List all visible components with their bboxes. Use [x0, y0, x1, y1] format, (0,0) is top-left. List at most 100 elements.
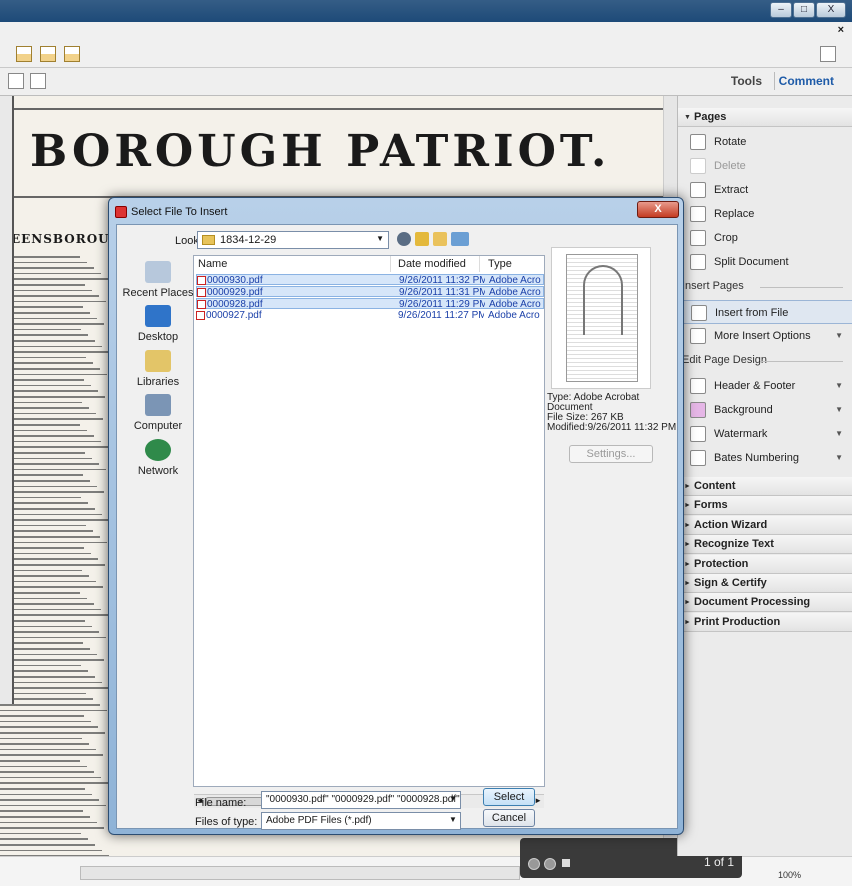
watermark-tool[interactable]: Watermark ▼ [678, 422, 852, 446]
column-name[interactable]: Name [198, 258, 227, 270]
place-computer[interactable]: Computer [121, 394, 195, 432]
newsprint-line [0, 558, 98, 560]
rotate-tool[interactable]: Rotate [678, 130, 852, 154]
select-button[interactable]: Select [483, 788, 535, 806]
tool-section-header[interactable]: ► Action Wizard [678, 515, 852, 535]
collapse-triangle-icon: ▼ [684, 114, 691, 121]
close-document-icon[interactable]: × [838, 24, 844, 36]
extract-tool[interactable]: Extract [678, 178, 852, 202]
tool-section-header[interactable]: ► Sign & Certify [678, 574, 852, 593]
newsprint-line [0, 709, 107, 712]
newsprint-line [0, 636, 106, 639]
place-recent-places[interactable]: Recent Places [121, 261, 195, 299]
file-list[interactable]: Name Date modified Type 0000930.pdf 9/26… [193, 255, 545, 808]
previous-page-icon[interactable] [528, 858, 540, 870]
newsprint-line [0, 659, 104, 661]
crop-tool[interactable]: Crop [678, 226, 852, 250]
combine-files-icon[interactable] [40, 46, 56, 62]
look-in-dropdown[interactable]: 1834-12-29 ▼ [197, 231, 389, 249]
dropdown-arrow-icon: ▼ [835, 331, 843, 340]
more-insert-options-tool[interactable]: More Insert Options ▼ [678, 324, 852, 348]
chevron-down-icon[interactable]: ▼ [449, 794, 457, 803]
tool-section-header[interactable]: ► Content [678, 477, 852, 496]
delete-tool[interactable]: Delete [678, 154, 852, 178]
background-tool[interactable]: Background ▼ [678, 398, 852, 422]
folder-icon [202, 235, 215, 245]
up-folder-icon[interactable] [415, 232, 429, 246]
file-row[interactable]: 0000930.pdf 9/26/2011 11:32 PM Adobe Acr… [196, 274, 544, 286]
newsprint-line [0, 788, 85, 790]
newsprint-line [0, 720, 91, 723]
file-row[interactable]: 0000928.pdf 9/26/2011 11:29 PM Adobe Acr… [196, 298, 544, 310]
look-in-value: 1834-12-29 [220, 234, 277, 246]
files-of-type-select[interactable]: Adobe PDF Files (*.pdf) [261, 812, 461, 830]
place-network[interactable]: Network [121, 439, 195, 477]
dropdown-arrow-icon: ▼ [835, 381, 843, 390]
tool-section-header[interactable]: ► Document Processing [678, 593, 852, 613]
split-document-tool[interactable]: Split Document [678, 250, 852, 274]
fit-page-icon[interactable] [8, 73, 24, 89]
new-folder-icon[interactable] [433, 232, 447, 246]
horizontal-scrollbar[interactable] [80, 866, 520, 880]
view-menu-icon[interactable] [451, 232, 469, 246]
newsprint-line [0, 345, 102, 348]
newsprint-line [0, 748, 96, 751]
tools-tab[interactable]: Tools [731, 74, 762, 88]
pages-section-header[interactable]: ▼ Pages [678, 108, 852, 127]
place-libraries[interactable]: Libraries [121, 350, 195, 388]
cancel-button[interactable]: Cancel [483, 809, 535, 827]
zoom-level[interactable]: 100% [778, 870, 801, 880]
minimize-button[interactable]: – [770, 2, 792, 18]
newspaper-rule [0, 108, 663, 110]
settings-button[interactable]: Settings... [569, 445, 653, 463]
scroll-right-icon[interactable]: ► [534, 796, 542, 805]
maximize-button[interactable]: □ [793, 2, 815, 18]
fit-width-icon[interactable] [30, 73, 46, 89]
back-icon[interactable] [397, 232, 411, 246]
comment-tab[interactable]: Comment [779, 74, 834, 88]
newsprint-line [0, 608, 101, 611]
export-file-icon[interactable] [64, 46, 80, 62]
navigation-pane[interactable] [0, 96, 14, 704]
newsprint-line [0, 653, 97, 656]
window-close-button[interactable]: X [816, 2, 846, 18]
newsprint-line [0, 440, 101, 443]
dropdown-arrow-icon: ▼ [835, 453, 843, 462]
dropdown-arrow-icon: ▼ [835, 429, 843, 438]
newsprint-line [0, 849, 102, 852]
column-type[interactable]: Type [488, 258, 512, 270]
place-desktop[interactable]: Desktop [121, 305, 195, 343]
column-date-modified[interactable]: Date modified [398, 258, 466, 270]
newsprint-line [0, 580, 96, 583]
secondary-toolbar [0, 68, 852, 96]
newsprint-line [0, 715, 84, 717]
dialog-close-button[interactable]: X [637, 201, 679, 218]
preview-thumbnail [566, 254, 638, 382]
file-row[interactable]: 0000929.pdf 9/26/2011 11:31 PM Adobe Acr… [196, 286, 544, 298]
file-name-input[interactable]: "0000930.pdf" "0000929.pdf" "0000928.pdf… [261, 791, 461, 809]
file-preview [551, 247, 651, 389]
newsprint-line [0, 390, 98, 392]
chevron-down-icon[interactable]: ▼ [449, 815, 457, 824]
next-page-icon[interactable] [544, 858, 556, 870]
file-row[interactable]: 0000927.pdf 9/26/2011 11:27 PM Adobe Acr… [196, 310, 544, 321]
bates-numbering-tool[interactable]: Bates Numbering ▼ [678, 446, 852, 470]
tool-section-header[interactable]: ► Forms [678, 496, 852, 516]
newsprint-line [0, 810, 83, 812]
page-indicator: 1 of 1 [704, 855, 735, 869]
fullscreen-icon[interactable] [820, 46, 836, 62]
replace-tool[interactable]: Replace [678, 202, 852, 226]
create-pdf-icon[interactable] [16, 46, 32, 62]
page-thumbnail-icon[interactable] [562, 859, 570, 867]
tool-section-header[interactable]: ► Print Production [678, 612, 852, 632]
tool-section-header[interactable]: ► Recognize Text [678, 535, 852, 555]
tool-section-header[interactable]: ► Protection [678, 554, 852, 574]
insert-from-file-tool[interactable]: Insert from File [678, 300, 852, 324]
pdf-file-icon [197, 300, 206, 309]
expand-triangle-icon: ► [684, 541, 691, 549]
newsprint-line [0, 782, 108, 784]
header-footer-tool[interactable]: Header & Footer ▼ [678, 374, 852, 398]
split-document-icon [690, 254, 706, 270]
extract-icon [690, 182, 706, 198]
column-separator [479, 256, 480, 272]
